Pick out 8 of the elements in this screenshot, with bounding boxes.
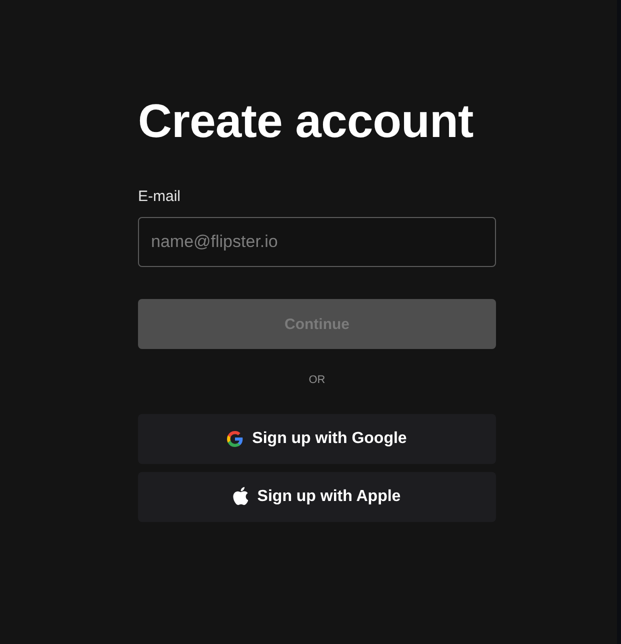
email-input-field[interactable]: name@flipster.io [138, 217, 496, 267]
google-g-icon [227, 431, 244, 447]
or-divider-text: OR [308, 374, 326, 387]
apple-signup-button[interactable]: Sign up with Apple [138, 472, 496, 522]
google-signup-button[interactable]: Sign up with Google [138, 414, 496, 464]
apple-logo-icon [233, 486, 248, 504]
page-title: Create account [138, 93, 474, 149]
email-label: E-mail [138, 188, 181, 206]
